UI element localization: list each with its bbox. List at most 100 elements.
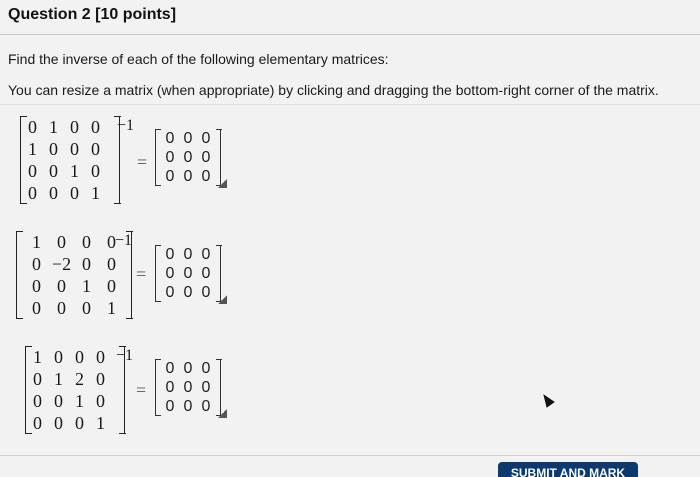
matrix-cell: 0 — [82, 297, 91, 318]
matrix-cell: 0 — [96, 390, 105, 411]
answer-row — [161, 129, 215, 148]
resize-hint-text: You can resize a matrix (when appropriat… — [8, 82, 659, 98]
instruction-text: Find the inverse of each of the followin… — [8, 51, 389, 67]
equals-sign: = — [137, 152, 148, 172]
answer-cell-input[interactable] — [179, 149, 197, 166]
matrix-cell: 0 — [49, 138, 58, 159]
answer-cell-input[interactable] — [161, 149, 179, 166]
matrix-cell: 0 — [70, 182, 79, 203]
matrix-cell: 1 — [49, 116, 58, 137]
answer-row — [161, 245, 215, 264]
answer-cell-input[interactable] — [179, 246, 197, 263]
left-bracket — [154, 245, 161, 302]
matrix-row: 0010 — [28, 160, 112, 182]
answer-row — [161, 378, 215, 397]
matrix-row: 0100 — [28, 116, 112, 138]
left-bracket — [154, 129, 161, 186]
question-title: Question 2 [10 points] — [8, 6, 177, 23]
answer-cell-input[interactable] — [179, 379, 197, 396]
answer-row — [161, 397, 215, 416]
answer-cell-input[interactable] — [197, 246, 215, 263]
answer-cell-input[interactable] — [161, 168, 179, 185]
section-divider — [0, 104, 700, 105]
answer-row — [161, 359, 215, 378]
answer-cell-input[interactable] — [197, 265, 215, 282]
answer-cell-input[interactable] — [197, 379, 215, 396]
answer-cell-input[interactable] — [161, 398, 179, 415]
matrix-row: 0120 — [33, 368, 117, 390]
matrix-row: 0010 — [24, 275, 124, 297]
matrix-row: 1000 — [28, 138, 112, 160]
inverse-exponent: −1 — [117, 117, 135, 134]
matrix-cell: 2 — [75, 368, 84, 389]
matrix-cell: 0 — [33, 390, 42, 411]
answer-cell-input[interactable] — [197, 130, 215, 147]
matrix-cell: 0 — [54, 390, 63, 411]
matrix-cell: −2 — [51, 253, 72, 274]
answer-cell-input[interactable] — [179, 265, 197, 282]
matrix-cell: 1 — [82, 275, 91, 296]
answer-row — [161, 283, 215, 302]
answer-cell-input[interactable] — [161, 265, 179, 282]
matrix-cell: 0 — [75, 346, 84, 367]
matrix-cell: 0 — [82, 253, 91, 274]
answer-cell-input[interactable] — [197, 360, 215, 377]
matrix-cell: 1 — [107, 297, 116, 318]
answer-cell-input[interactable] — [161, 246, 179, 263]
answer-cell-input[interactable] — [179, 360, 197, 377]
matrix-cell: 0 — [28, 116, 37, 137]
answer-cell-input[interactable] — [197, 398, 215, 415]
matrix-row: 1000 — [33, 346, 117, 368]
answer-cell-input[interactable] — [197, 168, 215, 185]
answer-row — [161, 264, 215, 283]
inverse-exponent: −1 — [115, 232, 133, 249]
matrix-row: 0001 — [24, 297, 124, 319]
matrix-cell: 0 — [32, 275, 41, 296]
matrix-cell: 0 — [32, 253, 41, 274]
left-bracket — [19, 116, 27, 204]
matrix-cell: 1 — [54, 368, 63, 389]
matrix-row: 0010 — [33, 390, 117, 412]
left-bracket — [15, 231, 23, 319]
right-bracket — [215, 245, 222, 302]
matrix-cell: 0 — [96, 346, 105, 367]
matrix-row: 1000 — [24, 231, 124, 253]
answer-cell-input[interactable] — [161, 130, 179, 147]
matrix-cell: 0 — [57, 275, 66, 296]
answer-cell-input[interactable] — [197, 149, 215, 166]
matrix-row: 0001 — [33, 412, 117, 434]
answer-cell-input[interactable] — [161, 360, 179, 377]
resize-handle-icon[interactable] — [218, 179, 227, 188]
matrix-cell: 0 — [28, 160, 37, 181]
answer-cell-input[interactable] — [179, 284, 197, 301]
answer-row — [161, 148, 215, 167]
matrix-cell: 1 — [96, 412, 105, 433]
matrix-cell: 1 — [91, 182, 100, 203]
answer-matrix — [154, 129, 227, 188]
answer-cell-input[interactable] — [161, 379, 179, 396]
matrix-row: 0001 — [28, 182, 112, 204]
answer-cell-input[interactable] — [179, 130, 197, 147]
matrix-cell: 0 — [91, 138, 100, 159]
matrix-cell: 0 — [96, 368, 105, 389]
answer-cell-input[interactable] — [179, 398, 197, 415]
mouse-cursor-icon — [539, 391, 555, 408]
matrix-cell: 0 — [107, 275, 116, 296]
resize-handle-icon[interactable] — [218, 409, 227, 418]
resize-handle-icon[interactable] — [218, 295, 227, 304]
answer-cell-input[interactable] — [179, 168, 197, 185]
answer-cell-input[interactable] — [197, 284, 215, 301]
answer-cell-input[interactable] — [161, 284, 179, 301]
matrix-cell: 0 — [49, 182, 58, 203]
matrix-cell: 0 — [82, 231, 91, 252]
given-matrix: 1000012000100001 — [24, 346, 126, 434]
answer-matrix — [154, 245, 227, 304]
submit-and-mark-button[interactable]: SUBMIT AND MARK — [498, 462, 638, 477]
left-bracket — [24, 346, 32, 434]
matrix-cell: 0 — [33, 368, 42, 389]
matrix-cell: 0 — [57, 231, 66, 252]
matrix-cell: 0 — [70, 116, 79, 137]
matrix-cell: 0 — [33, 412, 42, 433]
matrix-cell: 1 — [28, 138, 37, 159]
answer-matrix — [154, 359, 227, 418]
